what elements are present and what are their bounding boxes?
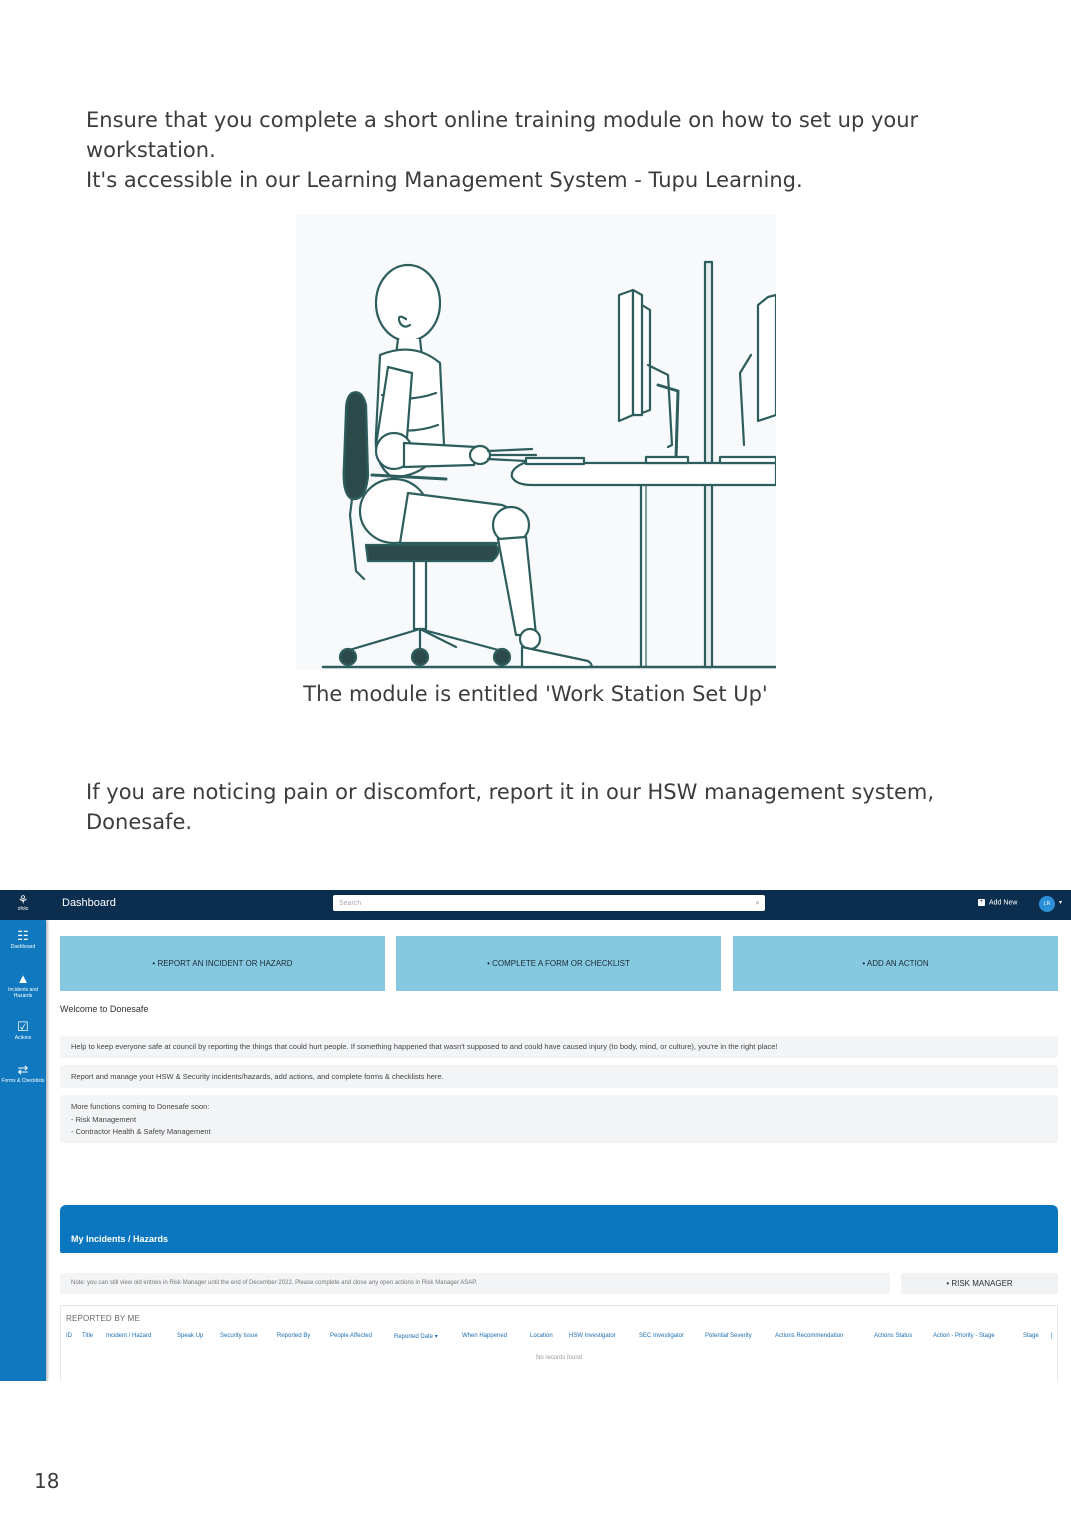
top-bar: ⚘ ofolo Dashboard ⌕ + Add New LR ▾	[0, 890, 1071, 920]
forms-icon: ⇄	[17, 1062, 29, 1077]
complete-form-button[interactable]: • COMPLETE A FORM OR CHECKLIST	[396, 936, 721, 991]
intro-paragraph: Ensure that you complete a short online …	[86, 105, 1036, 195]
column-header[interactable]: Actions Status	[874, 1333, 912, 1339]
column-header[interactable]: Title	[82, 1333, 93, 1339]
add-new-label: Add New	[989, 899, 1018, 907]
section-title: My Incidents / Hazards	[71, 1234, 169, 1244]
logo-text: ofolo	[17, 906, 29, 912]
checkbox-icon: ☑	[17, 1019, 29, 1034]
intro-line-1: Ensure that you complete a short online …	[86, 108, 919, 162]
column-header[interactable]: Incident / Hazard	[106, 1333, 151, 1339]
search-icon[interactable]: ⌕	[756, 898, 760, 908]
risk-manager-note: Note: you can still view old entries in …	[60, 1273, 890, 1294]
topbar-title: Dashboard	[62, 897, 116, 909]
report-paragraph: If you are noticing pain or discomfort, …	[86, 780, 935, 834]
sidebar-item-forms[interactable]: ⇄ Forms & Checklists	[0, 1062, 46, 1085]
column-header[interactable]: People Affected	[330, 1333, 372, 1339]
reported-by-me-table: REPORTED BY ME ID Title Incident / Hazar…	[60, 1305, 1058, 1381]
sidebar-item-label: Incidents and Hazards	[8, 987, 38, 999]
column-header[interactable]: Security Issue	[220, 1333, 258, 1339]
search-input[interactable]	[333, 895, 739, 911]
workstation-illustration	[296, 215, 778, 670]
info-box-manage: Report and manage your HSW & Security in…	[60, 1065, 1058, 1088]
column-header[interactable]: Stage	[1023, 1333, 1039, 1339]
column-header[interactable]: When Happened	[462, 1333, 507, 1339]
welcome-title: Welcome to Donesafe	[60, 1004, 149, 1014]
column-header[interactable]: HSW Investigator	[569, 1333, 616, 1339]
column-header[interactable]: Location	[530, 1333, 553, 1339]
table-title: REPORTED BY ME	[66, 1314, 141, 1323]
sidebar-item-label: Actions	[14, 1035, 32, 1041]
dashboard-icon: ☷	[17, 928, 29, 943]
info-line: More functions coming to Donesafe soon:	[71, 1102, 210, 1111]
column-header[interactable]: Reported By	[277, 1333, 310, 1339]
sidebar-item-actions[interactable]: ☑ Actions	[0, 1019, 46, 1042]
column-header[interactable]: Reported Date ▾	[394, 1333, 438, 1340]
warning-icon: ▲	[16, 971, 30, 986]
column-header[interactable]: Speak Up	[177, 1333, 203, 1339]
intro-line-2: It's accessible in our Learning Manageme…	[86, 168, 803, 192]
info-box-safety: Help to keep everyone safe at council by…	[60, 1036, 1058, 1058]
risk-manager-button[interactable]: • RISK MANAGER	[901, 1273, 1058, 1294]
search-bar: ⌕	[333, 895, 765, 911]
sidebar-item-dashboard[interactable]: ☷ Dashboard	[0, 928, 46, 951]
add-action-button[interactable]: • ADD AN ACTION	[733, 936, 1058, 991]
column-header[interactable]: Action - Priority - Stage	[933, 1333, 995, 1339]
avatar[interactable]: LR	[1039, 896, 1055, 912]
column-divider: |	[1051, 1333, 1053, 1339]
column-header[interactable]: Actions Recommendation	[775, 1333, 843, 1339]
column-header[interactable]: ID	[66, 1333, 72, 1339]
page-number: 18	[34, 1469, 60, 1493]
column-header[interactable]: SEC Investigator	[639, 1333, 684, 1339]
sidebar-item-label: Forms & Checklists	[1, 1078, 45, 1084]
report-incident-button[interactable]: • REPORT AN INCIDENT OR HAZARD	[60, 936, 385, 991]
donesafe-screenshot: ⚘ ofolo Dashboard ⌕ + Add New LR ▾ ☷ Dash…	[0, 890, 1071, 1381]
logo-icon: ⚘	[17, 893, 29, 907]
app-logo[interactable]: ⚘ ofolo	[13, 894, 33, 916]
info-box-coming-soon: More functions coming to Donesafe soon: …	[60, 1095, 1058, 1143]
my-incidents-header: My Incidents / Hazards	[60, 1205, 1058, 1253]
info-line: - Contractor Health & Safety Management	[71, 1127, 211, 1136]
table-header-row: ID Title Incident / Hazard Speak Up Secu…	[66, 1333, 1056, 1343]
empty-table-message: No records found	[535, 1355, 583, 1361]
info-line: - Risk Management	[71, 1114, 137, 1124]
sidebar: ☷ Dashboard ▲ Incidents and Hazards ☑ Ac…	[0, 920, 46, 1381]
figure-caption: The module is entitled 'Work Station Set…	[303, 682, 768, 706]
sidebar-item-label: Dashboard	[10, 944, 36, 950]
chevron-down-icon[interactable]: ▾	[1059, 899, 1062, 906]
add-new-button[interactable]: + Add New	[978, 899, 1017, 906]
sidebar-item-incidents[interactable]: ▲ Incidents and Hazards	[0, 971, 46, 1000]
column-header[interactable]: Potential Severity	[705, 1333, 752, 1339]
plus-icon: +	[978, 899, 985, 906]
